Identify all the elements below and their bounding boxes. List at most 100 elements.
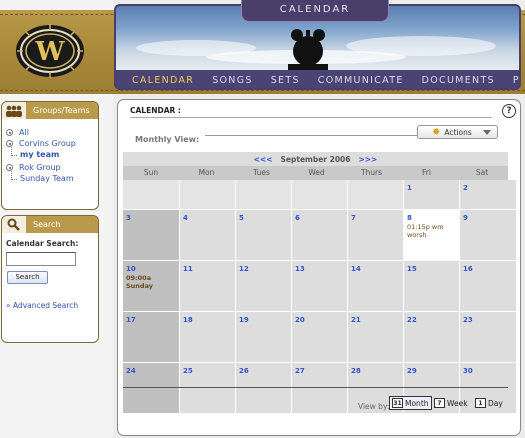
gear-icon: ✹	[432, 126, 441, 138]
svg-text:W: W	[34, 37, 65, 67]
weekday-0: Sun	[143, 168, 159, 177]
day-number-link[interactable]: 9	[463, 214, 468, 222]
group-item-rok[interactable]: Rok Group	[6, 162, 98, 173]
day-number-link[interactable]: 2	[463, 184, 468, 192]
calendar-day-cell[interactable]: 26	[236, 363, 291, 413]
calendar-event[interactable]: 01:15p wm worsh	[407, 223, 456, 239]
day-number-link[interactable]: 28	[351, 367, 361, 375]
calendar-day-cell[interactable]: 25	[180, 363, 235, 413]
day-number-link[interactable]: 5	[239, 214, 244, 222]
calendar-day-cell[interactable]: 27	[292, 363, 347, 413]
calendar-day-cell[interactable]: 4	[180, 210, 235, 260]
calendar-day-icon: 1	[475, 398, 486, 408]
team-item-my-team[interactable]: my team	[6, 147, 98, 160]
day-number-link[interactable]: 17	[126, 316, 136, 324]
day-number-link[interactable]: 26	[239, 367, 249, 375]
view-by-label: View by:	[358, 402, 390, 411]
group-label: Corvins Group	[19, 139, 76, 148]
calendar-day-cell[interactable]: 18	[180, 312, 235, 362]
day-number-link[interactable]: 24	[126, 367, 136, 375]
day-number-link[interactable]: 14	[351, 265, 361, 273]
day-number-link[interactable]: 27	[295, 367, 305, 375]
calendar-month-icon: 31	[392, 398, 403, 408]
weekday-4: Thurs	[360, 168, 383, 177]
calendar-day-cell[interactable]: 17	[123, 312, 179, 362]
calendar-empty-cell	[292, 180, 347, 209]
nav-people[interactable]: PEOPLE	[513, 75, 519, 86]
help-icon[interactable]: ?	[502, 104, 516, 118]
calendar-day-cell[interactable]: 8 01:15p wm worsh	[404, 210, 459, 260]
day-number-link[interactable]: 8	[407, 214, 412, 222]
day-number-link[interactable]: 22	[407, 316, 417, 324]
nav-communicate[interactable]: COMMUNICATE	[318, 75, 404, 86]
day-number-link[interactable]: 4	[183, 214, 188, 222]
day-number-link[interactable]: 12	[239, 265, 249, 273]
calendar-day-cell[interactable]: 21	[348, 312, 403, 362]
actions-dropdown[interactable]: ✹ Actions	[417, 125, 498, 139]
day-number-link[interactable]: 1	[407, 184, 412, 192]
calendar-event[interactable]: 09:00a Sunday	[126, 274, 176, 290]
nav-calendar[interactable]: CALENDAR	[132, 75, 194, 86]
calendar-day-cell[interactable]: 16	[460, 261, 516, 311]
calendar-day-cell[interactable]: 13	[292, 261, 347, 311]
weekday-3: Wed	[308, 168, 325, 177]
day-number-link[interactable]: 11	[183, 265, 193, 273]
radio-icon	[6, 129, 13, 136]
day-number-link[interactable]: 15	[407, 265, 417, 273]
calendar-day-cell[interactable]: 23	[460, 312, 516, 362]
calendar-search-input[interactable]	[6, 252, 76, 266]
day-number-link[interactable]: 7	[351, 214, 356, 222]
view-month-label: Month	[405, 398, 429, 408]
nav-songs[interactable]: SONGS	[212, 75, 253, 86]
day-number-link[interactable]: 18	[183, 316, 193, 324]
calendar-day-cell[interactable]: 7	[348, 210, 403, 260]
calendar-day-cell[interactable]: 22	[404, 312, 459, 362]
day-number-link[interactable]: 23	[463, 316, 473, 324]
site-logo[interactable]: W	[14, 22, 86, 80]
day-number-link[interactable]: 19	[239, 316, 249, 324]
team-item-sunday[interactable]: Sunday Team	[6, 171, 98, 184]
day-number-link[interactable]: 3	[126, 214, 131, 222]
calendar-day-cell[interactable]: 15	[404, 261, 459, 311]
day-number-link[interactable]: 25	[183, 367, 193, 375]
day-number-link[interactable]: 13	[295, 265, 305, 273]
next-month-button[interactable]: >>>	[358, 155, 377, 164]
calendar-day-cell[interactable]: 6	[292, 210, 347, 260]
advanced-search-link[interactable]: » Advanced Search	[6, 301, 94, 310]
calendar-panel: CALENDAR : ? Monthly View: ✹ Actions <<<…	[117, 99, 521, 436]
day-number-link[interactable]: 20	[295, 316, 305, 324]
day-number-link[interactable]: 16	[463, 265, 473, 273]
calendar-empty-cell	[123, 180, 179, 209]
calendar-day-cell[interactable]: 20	[292, 312, 347, 362]
calendar-day-cell[interactable]: 14	[348, 261, 403, 311]
day-number-link[interactable]: 29	[407, 367, 417, 375]
day-number-link[interactable]: 21	[351, 316, 361, 324]
calendar-day-cell[interactable]: 11	[180, 261, 235, 311]
alarm-clock-icon	[288, 29, 328, 70]
day-number-link[interactable]: 10	[126, 265, 136, 273]
radio-icon	[6, 164, 13, 171]
day-number-link[interactable]: 6	[295, 214, 300, 222]
nav-sets[interactable]: SETS	[271, 75, 300, 86]
group-item-corvins[interactable]: Corvins Group	[6, 138, 98, 149]
team-label: Sunday Team	[20, 174, 74, 183]
prev-month-button[interactable]: <<<	[254, 155, 273, 164]
group-item-all[interactable]: All	[6, 127, 98, 138]
calendar-day-cell[interactable]: 2	[460, 180, 516, 209]
view-month-button[interactable]: 31 Month	[389, 396, 432, 410]
calendar-day-cell[interactable]: 19	[236, 312, 291, 362]
calendar-day-cell[interactable]: 24	[123, 363, 179, 413]
calendar-day-cell[interactable]: 3	[123, 210, 179, 260]
nav-documents[interactable]: DOCUMENTS	[422, 75, 495, 86]
calendar-day-cell[interactable]: 10 09:00a Sunday	[123, 261, 179, 311]
groups-panel-header: Groups/Teams	[2, 102, 98, 119]
month-calendar: <<< September 2006 >>> Sun Mon Tues Wed Thur…	[123, 152, 516, 413]
calendar-day-cell[interactable]: 1	[404, 180, 459, 209]
search-button[interactable]: Search	[7, 271, 48, 284]
view-week-button[interactable]: 7 Week	[434, 396, 468, 410]
day-number-link[interactable]: 30	[463, 367, 473, 375]
calendar-day-cell[interactable]: 9	[460, 210, 516, 260]
calendar-day-cell[interactable]: 5	[236, 210, 291, 260]
view-day-button[interactable]: 1 Day	[475, 396, 503, 410]
calendar-day-cell[interactable]: 12	[236, 261, 291, 311]
